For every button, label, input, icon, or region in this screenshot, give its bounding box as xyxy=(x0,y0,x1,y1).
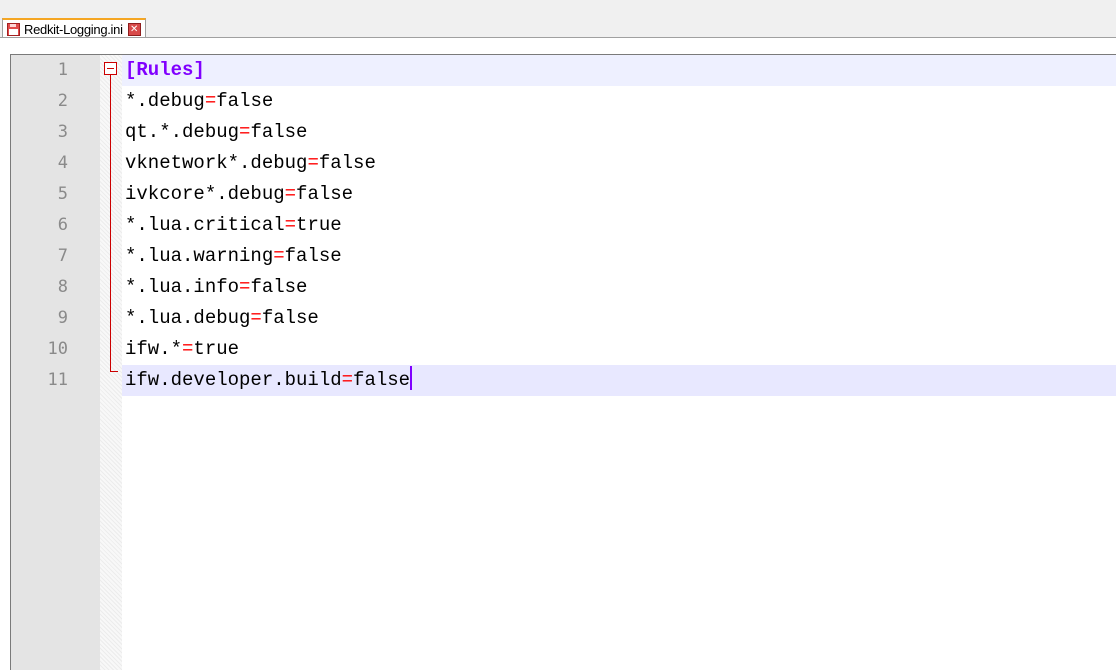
assignment-operator: = xyxy=(204,90,217,112)
setting-value: false xyxy=(216,90,274,112)
assignment-operator: = xyxy=(239,121,251,143)
code-line-8[interactable]: 8 *.lua.info=false xyxy=(11,272,1116,303)
setting-key: *.lua.debug xyxy=(125,307,251,329)
setting-key: *.lua.warning xyxy=(125,245,274,267)
setting-key: qt.*.debug xyxy=(125,121,240,143)
setting-key: *.lua.critical xyxy=(125,214,285,236)
line-number: 10 xyxy=(47,339,68,359)
save-disk-icon xyxy=(6,22,21,37)
code-line-10[interactable]: 10 ifw.*=true xyxy=(11,334,1116,365)
tab-bar: Redkit-Logging.ini ✕ xyxy=(0,0,1116,38)
line-number: 1 xyxy=(57,60,68,80)
setting-key: ivkcore*.debug xyxy=(125,183,285,205)
setting-value: false xyxy=(284,245,342,267)
assignment-operator: = xyxy=(182,338,194,360)
code-line-5[interactable]: 5 ivkcore*.debug=false xyxy=(11,179,1116,210)
code-line-3[interactable]: 3 qt.*.debug=false xyxy=(11,117,1116,148)
setting-key: *.lua.info xyxy=(125,276,240,298)
setting-value: false xyxy=(250,276,308,298)
assignment-operator: = xyxy=(239,276,251,298)
setting-value: true xyxy=(296,214,342,236)
line-number: 9 xyxy=(57,308,68,328)
line-number: 5 xyxy=(57,184,68,204)
setting-value: false xyxy=(261,307,319,329)
section-header: [Rules] xyxy=(125,59,205,81)
assignment-operator: = xyxy=(273,245,285,267)
setting-key: ifw.* xyxy=(125,338,183,360)
fold-collapse-icon[interactable] xyxy=(104,62,117,75)
code-line-6[interactable]: 6 *.lua.critical=true xyxy=(11,210,1116,241)
line-number: 2 xyxy=(57,91,68,111)
code-line-11[interactable]: 11 ifw.developer.build=false xyxy=(11,365,1116,396)
tab-title: Redkit-Logging.ini xyxy=(24,21,123,37)
assignment-operator: = xyxy=(341,369,354,391)
code-line-9[interactable]: 9 *.lua.debug=false xyxy=(11,303,1116,334)
line-number: 6 xyxy=(57,215,68,235)
setting-value: false xyxy=(318,152,376,174)
line-number: 7 xyxy=(57,246,68,266)
line-number: 3 xyxy=(57,122,68,142)
code-line-1[interactable]: 1 [Rules] xyxy=(11,55,1116,86)
code-line-2[interactable]: 2 *.debug=false xyxy=(11,86,1116,117)
code-line-7[interactable]: 7 *.lua.warning=false xyxy=(11,241,1116,272)
setting-key: vknetwork*.debug xyxy=(125,152,308,174)
line-number: 8 xyxy=(57,277,68,297)
setting-value: true xyxy=(193,338,240,360)
setting-key: ifw.developer.build xyxy=(125,369,342,391)
assignment-operator: = xyxy=(284,214,297,236)
setting-value: false xyxy=(296,183,354,205)
text-caret xyxy=(410,366,413,390)
code-line-4[interactable]: 4 vknetwork*.debug=false xyxy=(11,148,1116,179)
assignment-operator: = xyxy=(307,152,319,174)
line-number: 4 xyxy=(57,153,68,173)
close-icon[interactable]: ✕ xyxy=(127,22,141,36)
fold-guide-line xyxy=(110,75,111,371)
setting-key: *.debug xyxy=(125,90,205,112)
setting-value: false xyxy=(353,369,411,391)
file-tab[interactable]: Redkit-Logging.ini ✕ xyxy=(2,18,146,38)
assignment-operator: = xyxy=(250,307,262,329)
assignment-operator: = xyxy=(284,183,297,205)
setting-value: false xyxy=(250,121,308,143)
fold-end-marker xyxy=(110,371,118,372)
line-number: 11 xyxy=(47,370,68,390)
